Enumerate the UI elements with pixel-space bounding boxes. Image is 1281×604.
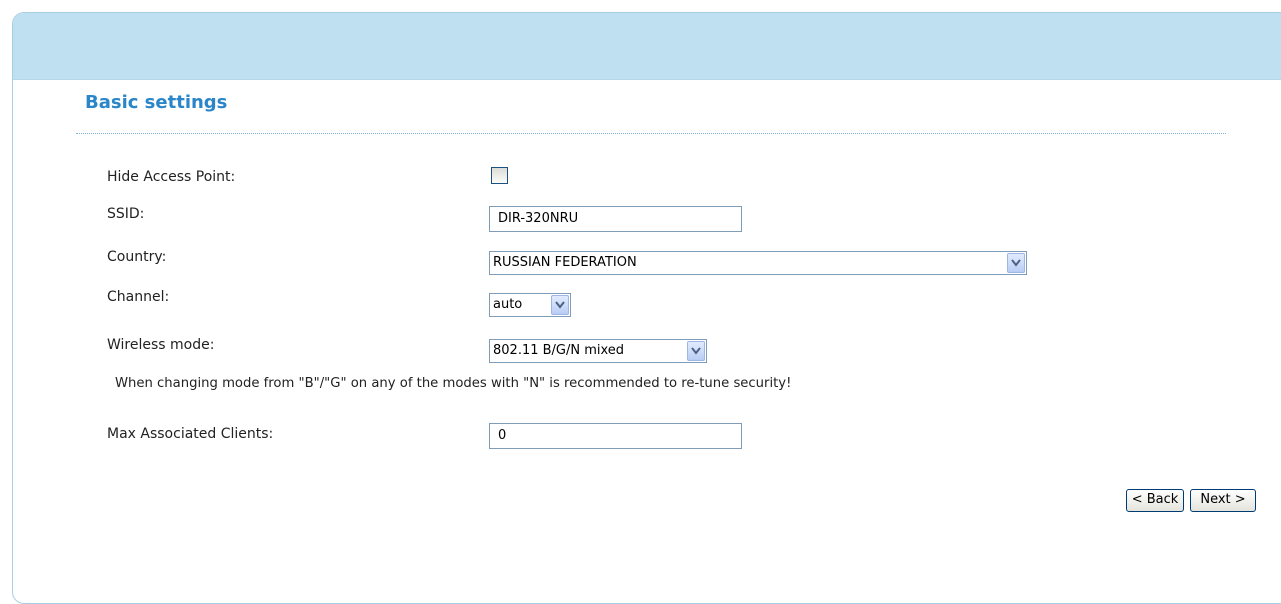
wireless-mode-label: Wireless mode: (107, 337, 215, 353)
wireless-mode-select-value: 802.11 B/G/N mixed (493, 343, 625, 358)
country-select-value: RUSSIAN FEDERATION (493, 255, 637, 270)
hide-access-point-label: Hide Access Point: (107, 169, 236, 185)
ssid-input[interactable]: DIR-320NRU (489, 206, 742, 232)
country-label: Country: (107, 249, 167, 265)
ssid-label: SSID: (107, 206, 145, 222)
max-clients-input[interactable]: 0 (489, 423, 742, 449)
chevron-down-icon[interactable] (551, 295, 569, 315)
country-select[interactable]: RUSSIAN FEDERATION (489, 251, 1027, 275)
section-title: Basic settings (85, 92, 228, 113)
max-clients-label: Max Associated Clients: (107, 426, 274, 442)
chevron-down-icon[interactable] (1007, 253, 1025, 273)
wireless-mode-select[interactable]: 802.11 B/G/N mixed (489, 339, 707, 363)
channel-select[interactable]: auto (489, 293, 571, 317)
security-note: When changing mode from "B"/"G" on any o… (115, 376, 792, 391)
back-button[interactable]: < Back (1126, 489, 1184, 512)
panel-header (13, 13, 1281, 80)
channel-select-value: auto (493, 297, 523, 312)
chevron-down-icon[interactable] (687, 341, 705, 361)
channel-label: Channel: (107, 289, 170, 305)
next-button[interactable]: Next > (1190, 489, 1256, 512)
hide-access-point-checkbox[interactable] (491, 167, 508, 184)
section-divider (76, 133, 1226, 134)
